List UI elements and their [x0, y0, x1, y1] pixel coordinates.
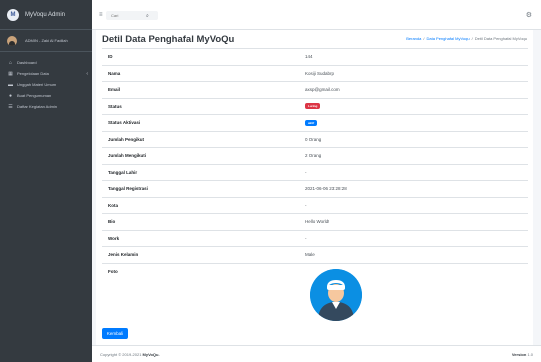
version-value: 1.0	[527, 352, 533, 357]
sidebar-item-label: Pengelolaan Data	[17, 71, 49, 76]
detail-value: axsp@gmail.com	[305, 87, 340, 93]
detail-row-id: ID 144	[102, 48, 528, 65]
sidebar: M MyVoqu Admin ADMIN - Zaki Al Fadilah ⌂…	[0, 0, 92, 362]
detail-label: Jumlah Pengikut	[108, 136, 145, 142]
detail-value: -	[305, 235, 307, 241]
detail-row-jenis-kelamin: Jenis Kelamin Male	[102, 246, 528, 263]
detail-value: Hello World!	[305, 219, 330, 225]
brand-text: MyVoqu Admin	[25, 11, 66, 18]
sidebar-item-label: Dashboard	[17, 60, 37, 65]
breadcrumb-current: Detil Data Penghafal MyVoqu	[474, 36, 527, 41]
sidebar-item-buat-pengumuman[interactable]: ● Buat Pengumuman	[0, 90, 92, 101]
detail-value: aktif	[305, 119, 318, 126]
brand-logo: M	[7, 8, 19, 21]
detail-row-work: Work -	[102, 229, 528, 247]
detail-row-pengikut: Jumlah Pengikut 0 Orang	[102, 130, 528, 148]
detail-row-bio: Bio Hello World!	[102, 213, 528, 230]
detail-value: 2021-06-06 23:28:28	[305, 186, 347, 192]
content-area: Detil Data Penghafal MyVoQu Beranda / Da…	[92, 30, 541, 345]
footer: Copyright © 2019-2021 MyVoQu. Version 1.…	[92, 345, 541, 362]
user-panel[interactable]: ADMIN - Zaki Al Fadilah	[0, 30, 92, 52]
detail-row-tanggal-registrasi: Tanggal Registrasi 2021-06-06 23:28:28	[102, 180, 528, 197]
version-label: Version	[511, 352, 527, 357]
breadcrumb-separator: /	[423, 36, 425, 41]
footer-version: Version 1.0	[512, 352, 533, 357]
detail-label: Foto	[108, 268, 118, 274]
book-icon: ▬	[8, 81, 13, 88]
sidebar-item-daftar-kegiatan[interactable]: ☰ Daftar Kegiatan Admin	[0, 101, 92, 112]
sidebar-item-pengelolaan-data[interactable]: ▦ Pengelolaan Data ‹	[0, 68, 92, 79]
detail-value: Luring	[305, 103, 321, 110]
back-button[interactable]: Kembali	[102, 328, 128, 339]
info-circle-icon: ●	[8, 92, 13, 99]
sidebar-nav: ⌂ Dashboard ▦ Pengelolaan Data ‹ ▬ Ungga…	[0, 52, 92, 112]
hamburger-menu-icon[interactable]: ≡	[99, 12, 103, 18]
breadcrumb-home[interactable]: Beranda	[406, 36, 421, 41]
detail-label: Nama	[108, 70, 121, 76]
sidebar-item-label: Unggah Materi Umum	[17, 82, 57, 87]
settings-gear-icon[interactable]: ⚙	[526, 11, 532, 19]
detail-card: Detil Data Penghafal MyVoQu Beranda / Da…	[96, 30, 533, 345]
list-icon: ☰	[8, 103, 13, 110]
table-icon: ▦	[8, 70, 13, 77]
user-name: ADMIN - Zaki Al Fadilah	[25, 38, 68, 43]
profile-avatar	[310, 268, 362, 321]
detail-row-email: Email axsp@gmail.com	[102, 81, 528, 98]
detail-label: Bio	[108, 219, 116, 225]
copyright-brand[interactable]: MyVoQu.	[143, 352, 160, 357]
detail-value: -	[305, 202, 307, 208]
page-title: Detil Data Penghafal MyVoQu	[102, 34, 235, 45]
detail-row-status-aktivasi: Status Aktivasi aktif	[102, 114, 528, 131]
detail-label: Tanggal Registrasi	[108, 186, 148, 192]
detail-row-nama: Nama Kosiji Sudabrp	[102, 64, 528, 82]
detail-value: 144	[305, 54, 313, 60]
detail-value: 2 Orang	[305, 153, 322, 159]
breadcrumb-separator: /	[471, 36, 473, 41]
detail-label: ID	[108, 54, 113, 60]
detail-row-kota: Kota -	[102, 196, 528, 214]
sidebar-item-unggah-materi[interactable]: ▬ Unggah Materi Umum	[0, 79, 92, 90]
sidebar-item-dashboard[interactable]: ⌂ Dashboard	[0, 57, 92, 68]
home-icon: ⌂	[8, 59, 13, 66]
detail-label: Tanggal Lahir	[108, 169, 138, 175]
detail-label: Status	[108, 103, 122, 109]
breadcrumb-data-penghafal[interactable]: Data Penghafal MyVoqu	[426, 36, 469, 41]
detail-row-status: Status Luring	[102, 97, 528, 115]
sidebar-item-label: Daftar Kegiatan Admin	[17, 104, 58, 109]
sidebar-item-label: Buat Pengumuman	[17, 93, 52, 98]
detail-label: Status Aktivasi	[108, 120, 141, 126]
search-input[interactable]	[106, 13, 142, 18]
detail-table: ID 144 Nama Kosiji Sudabrp Email axsp@gm…	[102, 48, 528, 333]
topbar: ≡ ⌕ ⚙	[92, 0, 541, 30]
user-avatar-icon	[310, 268, 362, 321]
detail-row-tanggal-lahir: Tanggal Lahir -	[102, 163, 528, 181]
detail-value: 0 Orang	[305, 136, 322, 142]
detail-label: Jumlah Mengikuti	[108, 153, 147, 159]
detail-label: Work	[108, 235, 120, 241]
status-badge: Luring	[305, 103, 321, 110]
detail-label: Email	[108, 87, 121, 93]
detail-label: Jenis Kelamin	[108, 252, 139, 258]
search-box: ⌕	[106, 11, 158, 20]
search-icon[interactable]: ⌕	[146, 13, 149, 19]
detail-value: Kosiji Sudabrp	[305, 70, 335, 76]
user-avatar	[7, 35, 17, 46]
chevron-left-icon: ‹	[86, 70, 88, 77]
breadcrumb: Beranda / Data Penghafal MyVoqu / Detil …	[406, 36, 527, 41]
copyright-text: Copyright © 2019-2021	[100, 352, 142, 357]
detail-value: Male	[305, 252, 315, 258]
brand-link[interactable]: M MyVoqu Admin	[0, 0, 92, 30]
detail-label: Kota	[108, 202, 118, 208]
detail-value: -	[305, 169, 307, 175]
detail-row-foto: Foto	[102, 262, 528, 333]
activation-badge: aktif	[305, 119, 318, 126]
footer-copyright: Copyright © 2019-2021 MyVoQu.	[100, 352, 160, 357]
detail-row-mengikuti: Jumlah Mengikuti 2 Orang	[102, 147, 528, 164]
